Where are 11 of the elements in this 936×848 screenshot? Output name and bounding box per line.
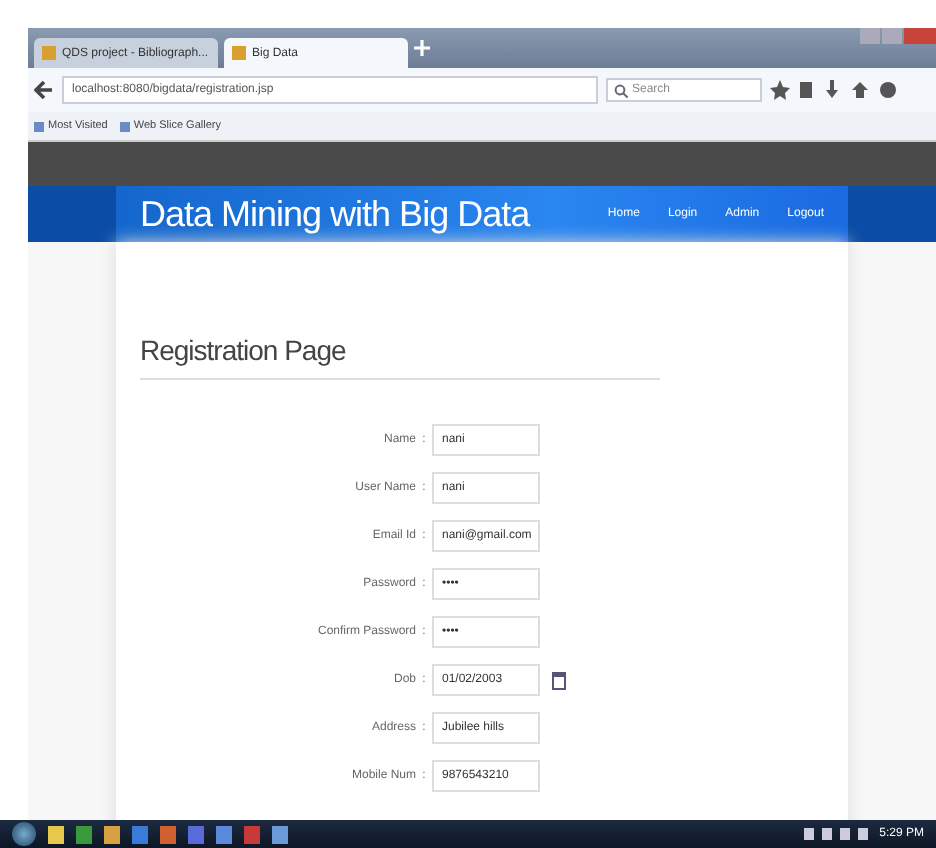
calendar-icon[interactable] [552,670,566,690]
new-tab-icon[interactable] [414,40,430,56]
page-heading: Registration Page [140,334,348,366]
page-icon [232,46,246,60]
system-tray-icons[interactable] [803,828,868,840]
page-icon [42,46,56,60]
back-icon[interactable] [34,80,54,100]
taskbar-app-icons[interactable] [48,825,288,843]
start-icon[interactable] [12,822,36,846]
search-icon [614,83,628,97]
site-title: Data Mining with Big Data [140,193,530,235]
